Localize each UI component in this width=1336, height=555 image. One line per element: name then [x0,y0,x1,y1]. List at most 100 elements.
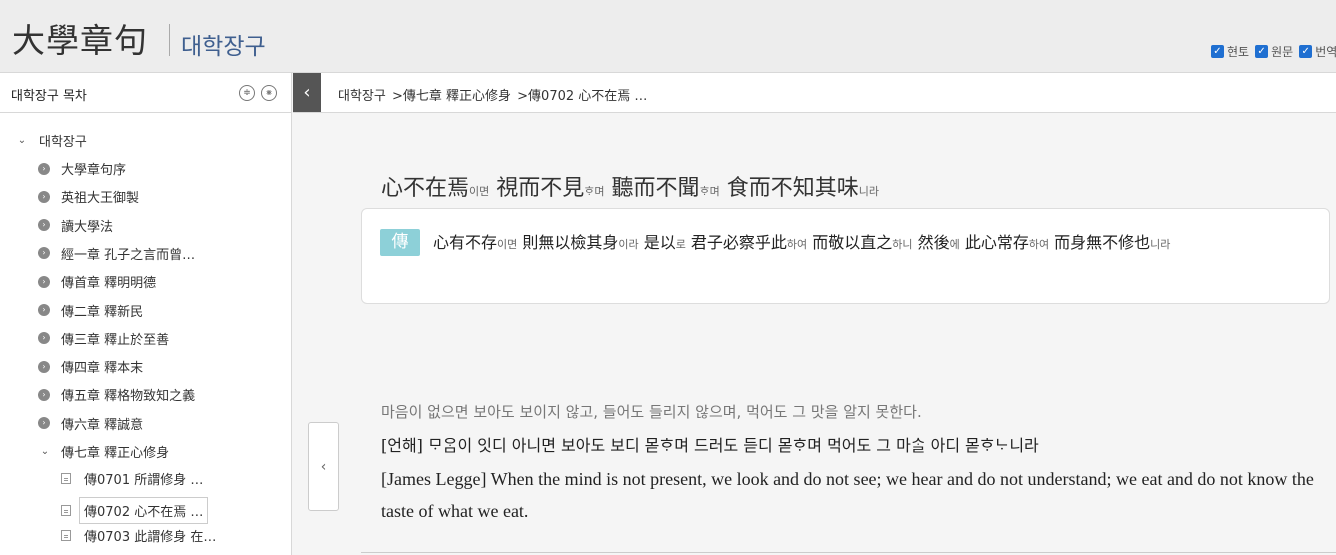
toc-item[interactable]: › 讀大學法 [38,216,113,235]
commentary-text: 心有不存이면 則無以檢其身이라 是以로 君子必察乎此하여 而敬以直之하니 然後에… [433,227,1263,260]
option-translation[interactable]: ✓ 번역 [1299,43,1336,60]
commentary-text: 心有不存 [433,233,498,252]
verse-text: 食而不知其味 [719,176,859,201]
chevron-right-icon[interactable]: › [38,275,50,288]
verse-text: 心不在焉 [381,176,470,201]
toc-item-label: 英祖大王御製 [61,191,140,207]
chevron-right-icon[interactable]: › [38,219,50,232]
option-hyeonto[interactable]: ✓ 현토 [1211,43,1249,60]
document-icon [61,473,71,484]
expand-all-icon[interactable]: ≑ [239,85,255,101]
toc-item[interactable]: › 傳二章 釋新民 [38,301,143,320]
option-original-label: 원문 [1271,45,1294,59]
toc-subitem[interactable]: 傳0702 心不在焉 … [61,497,209,525]
toc-subitem[interactable]: 傳0703 此謂修身 在… [61,526,216,545]
verse-hyeonto: 니라 [858,185,880,198]
commentary-text: 是以 [638,233,676,252]
verse-hyeonto: 이면 [469,185,490,198]
toc-item-label: 傳三章 釋止於至善 [61,332,170,348]
commentary-hyeonto: 에 [949,238,960,251]
checkbox-hyeonto[interactable]: ✓ [1211,45,1224,58]
toc-sidebar: 대학장구 목차 ≑ ⨳ ⌄ 대학장구 › 大學章句序 › 英祖大王御製 › 讀大學法 › 經一… [0,73,292,555]
breadcrumb-bar: ‹ 대학장구 >傳七章 釋正心修身 >傳0702 心不在焉 … [293,73,1336,113]
toc-item[interactable]: › 英祖大王御製 [38,187,139,206]
chevron-down-icon[interactable]: ⌄ [38,446,52,457]
collapse-panel-button[interactable]: ‹ [308,422,339,511]
toc-item-label: 傳四章 釋本末 [61,361,144,377]
verse-text: 聽而不聞 [604,176,700,201]
toc-item-label: 大學章句序 [61,163,127,178]
toc-subitem[interactable]: 傳0701 所謂修身 … [61,469,203,488]
tree-root-label: 대학장구 [39,135,87,150]
chevron-right-icon[interactable]: › [38,304,50,316]
app-header: 大學章句 대학장구 ✓ 현토 ✓ 원문 ✓ 번역 [0,0,1336,73]
chevron-down-icon[interactable]: ⌄ [15,135,29,146]
toggle-sidebar-button[interactable]: ‹ [293,73,321,112]
toc-item-label: 傳七章 釋正心修身 [61,446,170,461]
commentary-hyeonto: 니라 [1150,238,1171,251]
breadcrumb: 대학장구 >傳七章 釋正心修身 >傳0702 心不在焉 … [338,85,649,104]
chevron-right-icon[interactable]: › [38,360,50,373]
breadcrumb-item[interactable]: >傳七章 釋正心修身 [392,89,511,104]
commentary-badge: 傳 [380,229,420,256]
chevron-right-icon[interactable]: › [38,162,50,175]
option-original[interactable]: ✓ 원문 [1255,43,1293,60]
toc-item-label: 傳首章 釋明明德 [61,276,157,292]
page-title-korean: 대학장구 [181,34,266,60]
main-content: 心不在焉이면 視而不見ᄒᆞ며 聽而不聞ᄒᆞ며 食而不知其味니라 傳 心有不存이면… [293,113,1336,555]
option-hyeonto-label: 현토 [1227,45,1250,59]
breadcrumb-item[interactable]: >傳0702 心不在焉 … [517,89,647,104]
commentary-hyeonto: 이면 [497,238,518,251]
commentary-hyeonto: 이라 [618,238,639,251]
toc-item-label: 讀大學法 [61,219,114,235]
chevron-right-icon[interactable]: › [38,247,50,260]
toc-item[interactable]: › 傳首章 釋明明德 [38,272,156,291]
verse-text: 視而不見 [489,176,585,201]
toc-subitem-label: 傳0702 心不在焉 … [79,497,209,525]
verse-hyeonto: ᄒᆞ며 [584,185,605,198]
toc-item[interactable]: › 經一章 孔子之言而曾… [38,244,195,263]
commentary-hyeonto: 하여 [1028,238,1050,251]
translation-korean: 마음이 없으면 보아도 보이지 않고, 들어도 들리지 않으며, 먹어도 그 맛… [381,403,922,421]
toc-subitem-label: 傳0703 此謂修身 在… [84,529,217,545]
option-translation-label: 번역 [1315,45,1336,59]
breadcrumb-item[interactable]: 대학장구 [338,89,386,104]
toc-item-label: 傳五章 釋格物致知之義 [61,389,196,405]
document-icon [61,505,71,517]
translation-english: [James Legge] When the mind is not prese… [381,469,1314,521]
toc-item[interactable]: › 傳六章 釋誠意 [38,414,143,433]
toc-item[interactable]: › 傳五章 釋格物致知之義 [38,385,195,404]
toc-item-label: 傳二章 釋新民 [61,304,144,320]
page-title-hanja: 大學章句 [12,21,148,60]
original-verse: 心不在焉이면 視而不見ᄒᆞ며 聽而不聞ᄒᆞ며 食而不知其味니라 [381,170,879,202]
commentary-text: 此心常存 [959,233,1029,252]
toc-item[interactable]: ⌄ 傳七章 釋正心修身 [38,442,169,461]
commentary-text: 則無以檢其身 [517,233,619,252]
commentary-card: 傳 心有不存이면 則無以檢其身이라 是以로 君子必察乎此하여 而敬以直之하니 然… [361,208,1330,304]
toc-item[interactable]: › 傳四章 釋本末 [38,357,143,376]
toc-item[interactable]: › 大學章句序 [38,159,126,178]
translation-eonhae: [언해] ᄆᆞᄋᆞᆷ이 잇디 아니면 보아도 보디 몯ᄒᆞ며 드러도 듣디 몯ᄒ… [381,436,1039,455]
chevron-right-icon[interactable]: › [38,332,50,345]
commentary-text: 君子必察乎此 [685,233,787,252]
commentary-text: 而身無不修也 [1049,233,1151,252]
commentary-hyeonto: 로 [675,238,686,251]
collapse-all-icon[interactable]: ⨳ [261,85,277,101]
chevron-right-icon[interactable]: › [38,190,50,203]
toc-item-label: 傳六章 釋誠意 [61,417,144,433]
toc-item[interactable]: › 傳三章 釋止於至善 [38,329,169,348]
commentary-hyeonto: 하니 [892,238,913,251]
tree-root[interactable]: ⌄ 대학장구 [15,131,87,150]
toc-title: 대학장구 목차 [11,89,87,104]
title-divider [169,24,170,56]
verse-hyeonto: ᄒᆞ며 [699,185,720,198]
commentary-text: 而敬以直之 [807,233,893,252]
chevron-right-icon[interactable]: › [38,388,50,401]
toc-header: 대학장구 목차 ≑ ⨳ [0,73,292,113]
chevron-right-icon[interactable]: › [38,417,50,430]
checkbox-original[interactable]: ✓ [1255,45,1269,58]
commentary-hyeonto: 하여 [786,238,808,251]
checkbox-translation[interactable]: ✓ [1299,45,1313,58]
toc-subitem-label: 傳0701 所謂修身 … [84,473,204,488]
divider [361,552,1336,553]
